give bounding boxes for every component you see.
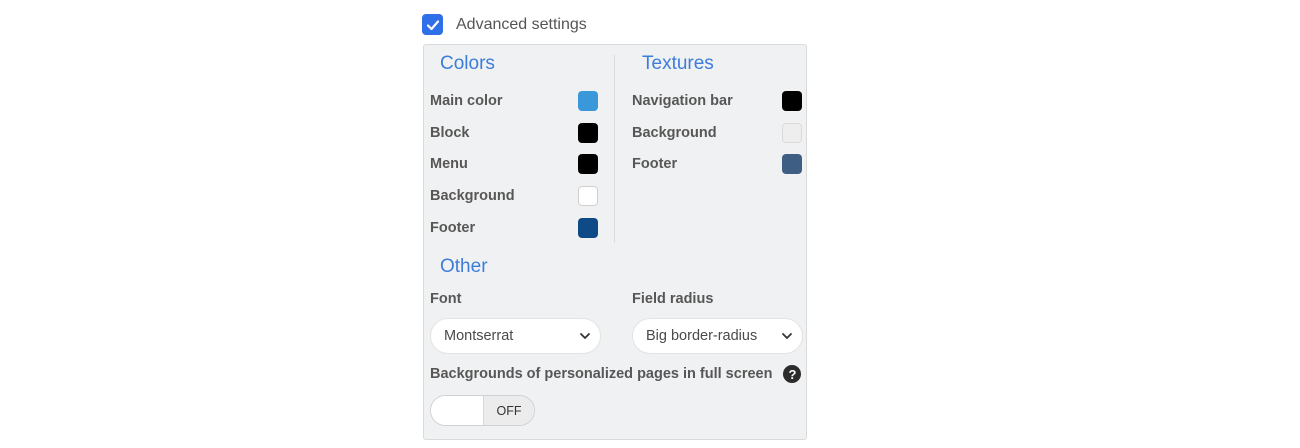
color-swatch-menu[interactable] — [578, 154, 598, 174]
field-radius-select-value: Big border-radius — [646, 328, 758, 344]
color-row-main-color: Main color — [430, 91, 598, 111]
color-row-block: Block — [430, 123, 598, 143]
color-label: Footer — [430, 220, 476, 236]
texture-swatch-footer[interactable] — [782, 154, 802, 174]
advanced-settings-panel: Colors Textures Main color Block Menu Ba… — [423, 44, 807, 440]
color-label: Menu — [430, 156, 468, 172]
fullscreen-label-row: Backgrounds of personalized pages in ful… — [430, 365, 802, 383]
color-label: Main color — [430, 93, 503, 109]
color-row-menu: Menu — [430, 154, 598, 174]
color-label: Block — [430, 125, 470, 141]
check-icon — [426, 19, 439, 30]
texture-label: Footer — [632, 156, 678, 172]
texture-label: Navigation bar — [632, 93, 733, 109]
advanced-settings-label: Advanced settings — [456, 15, 587, 33]
font-select[interactable]: Montserrat — [430, 318, 601, 354]
field-radius-label: Field radius — [632, 291, 714, 307]
field-radius-select[interactable]: Big border-radius — [632, 318, 803, 354]
color-row-background: Background — [430, 186, 598, 206]
advanced-settings-checkbox[interactable] — [422, 14, 443, 35]
chevron-down-icon — [580, 333, 590, 339]
color-swatch-background[interactable] — [578, 186, 598, 206]
colors-section-title: Colors — [440, 53, 495, 74]
question-circle-icon[interactable]: ? — [783, 365, 802, 383]
section-divider — [614, 55, 615, 243]
texture-row-footer: Footer — [632, 154, 802, 174]
color-swatch-footer[interactable] — [578, 218, 598, 238]
other-section-title: Other — [440, 256, 488, 277]
fullscreen-toggle[interactable]: OFF — [430, 395, 535, 426]
advanced-settings-row[interactable]: Advanced settings — [422, 14, 587, 35]
toggle-knob — [431, 396, 483, 425]
color-swatch-main-color[interactable] — [578, 91, 598, 111]
color-swatch-block[interactable] — [578, 123, 598, 143]
texture-row-navigation-bar: Navigation bar — [632, 91, 802, 111]
chevron-down-icon — [782, 333, 792, 339]
texture-row-background: Background — [632, 123, 802, 143]
color-label: Background — [430, 188, 515, 204]
texture-swatch-background[interactable] — [782, 123, 802, 143]
font-label: Font — [430, 291, 462, 307]
fullscreen-label: Backgrounds of personalized pages in ful… — [430, 365, 773, 382]
color-row-footer: Footer — [430, 218, 598, 238]
font-select-value: Montserrat — [444, 328, 514, 344]
texture-swatch-navigation-bar[interactable] — [782, 91, 802, 111]
textures-section-title: Textures — [642, 53, 714, 74]
toggle-off-label: OFF — [483, 396, 534, 425]
texture-label: Background — [632, 125, 717, 141]
